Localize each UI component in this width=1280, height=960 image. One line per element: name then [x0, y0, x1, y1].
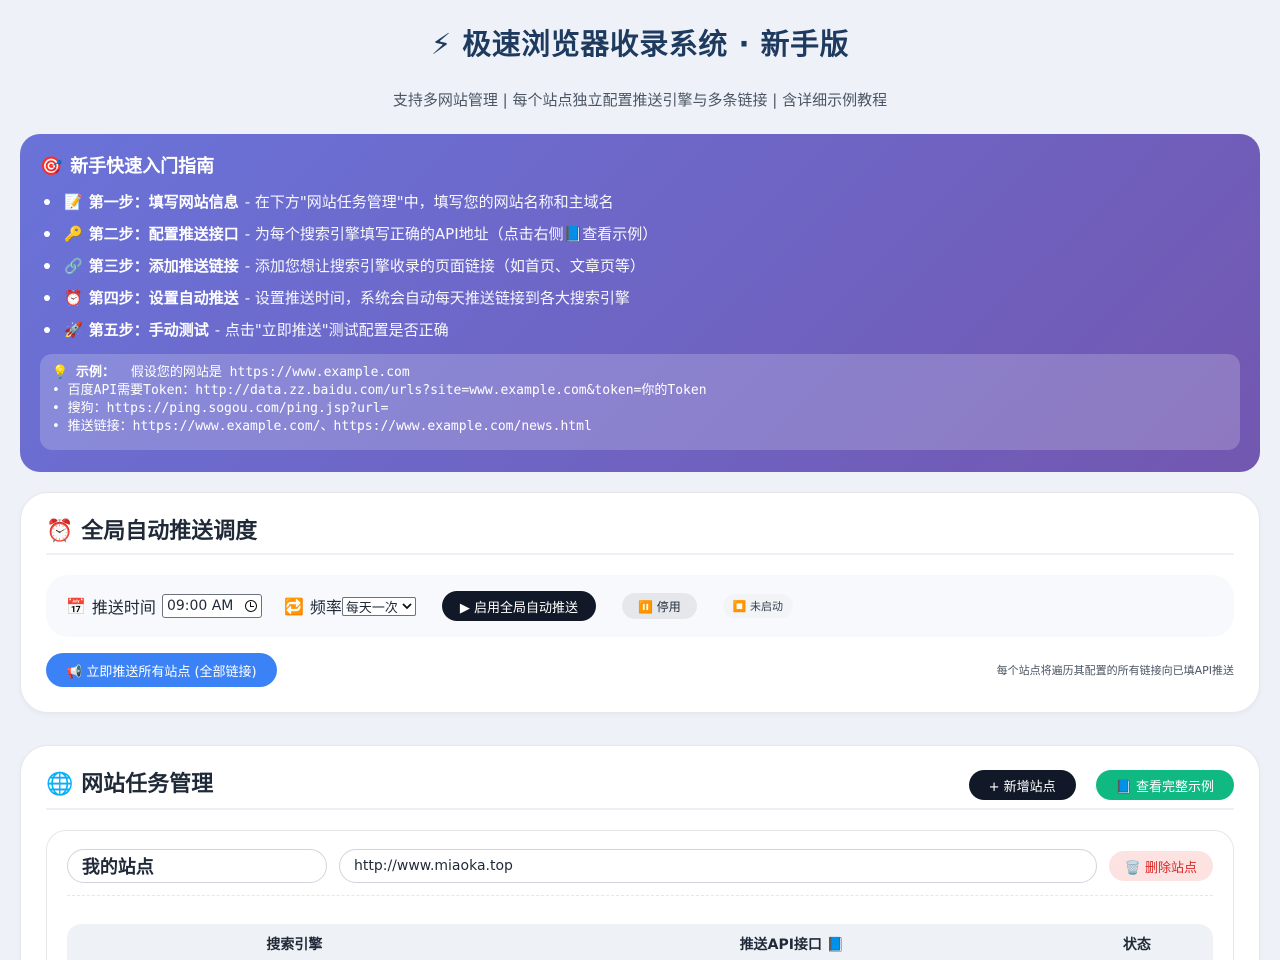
target-icon: 🎯: [40, 156, 63, 177]
example-line: • 搜狗：https://ping.sogou.com/ping.jsp?url…: [52, 401, 389, 416]
globe-icon: 🌐: [46, 772, 74, 797]
step-desc: - 为每个搜索引擎填写正确的API地址（点击右侧📘查看示例）: [244, 225, 658, 243]
key-icon: 🔑: [64, 225, 83, 243]
site-item: 我的站点 http://www.miaoka.top 🗑️ 删除站点 搜索引擎 …: [46, 830, 1234, 960]
status-badge: ⏹️ 未启动: [722, 594, 793, 618]
step-desc: - 在下方"网站任务管理"中，填写您的网站名称和主域名: [244, 193, 614, 211]
add-site-button[interactable]: + 新增站点: [968, 770, 1076, 800]
view-example-button[interactable]: 📘 查看完整示例: [1095, 770, 1234, 800]
guide-step: 🚀 第五步：手动测试 - 点击"立即推送"测试配置是否正确: [40, 314, 1240, 346]
step-label: 第五步：手动测试: [88, 321, 209, 339]
column-header-status: 状态: [1123, 937, 1151, 953]
sites-title: 🌐 网站任务管理: [46, 768, 213, 802]
time-label: 📅 推送时间: [66, 594, 156, 618]
example-intro: 假设您的网站是 https://www.example.com: [130, 365, 410, 380]
time-input[interactable]: 09:00 AM: [161, 594, 262, 618]
repeat-icon: 🔁: [283, 596, 304, 616]
schedule-title: ⏰ 全局自动推送调度: [46, 515, 1234, 555]
column-header-engine: 搜索引擎: [266, 937, 323, 953]
sites-card: 🌐 网站任务管理 + 新增站点 📘 查看完整示例 我的站点 http://www…: [20, 745, 1260, 960]
engine-table-header: 搜索引擎 推送API接口 📘 状态: [67, 924, 1213, 960]
step-desc: - 添加您想让搜索引擎收录的页面链接（如首页、文章页等）: [244, 257, 645, 275]
page-subtitle: 支持多网站管理 | 每个站点独立配置推送引擎与多条链接 | 含详细示例教程: [392, 91, 888, 109]
sites-header: 🌐 网站任务管理 + 新增站点 📘 查看完整示例: [46, 768, 1234, 810]
page-title: ⚡ 极速浏览器收录系统 · 新手版: [430, 27, 850, 61]
example-box: 💡 示例： 假设您的网站是 https://www.example.com • …: [40, 354, 1240, 450]
example-line: • 推送链接：https://www.example.com/、https://…: [52, 419, 592, 434]
site-url-input[interactable]: http://www.miaoka.top: [339, 849, 1097, 883]
delete-site-button[interactable]: 🗑️ 删除站点: [1108, 851, 1213, 881]
frequency-select[interactable]: 每天一次: [341, 596, 416, 616]
step-label: 第一步：填写网站信息: [88, 193, 239, 211]
guide-card: 🎯 新手快速入门指南 📝 第一步：填写网站信息 - 在下方"网站任务管理"中，填写您…: [20, 134, 1260, 472]
guide-step: 🔑 第二步：配置推送接口 - 为每个搜索引擎填写正确的API地址（点击右侧📘查看示例…: [40, 218, 1240, 250]
frequency-label: 🔁 频率: [284, 594, 342, 618]
sites-title-text: 网站任务管理: [81, 772, 214, 797]
memo-icon: 📝: [64, 193, 83, 211]
frequency-value: 每天一次: [345, 600, 398, 616]
bullet-icon: [44, 199, 50, 205]
site-name-input[interactable]: 我的站点: [67, 849, 327, 883]
page-header: ⚡ 极速浏览器收录系统 · 新手版 支持多网站管理 | 每个站点独立配置推送引擎…: [0, 0, 1280, 134]
schedule-footer: 📢 立即推送所有站点 (全部链接) 每个站点将遍历其配置的所有链接向已填API推…: [46, 653, 1234, 687]
bullet-icon: [44, 327, 50, 333]
schedule-card: ⏰ 全局自动推送调度 📅 推送时间 09:00 AM 🔁 频率 每天一次 ▶ 启…: [20, 492, 1260, 713]
guide-title-text: 新手快速入门指南: [70, 156, 215, 177]
schedule-controls: 📅 推送时间 09:00 AM 🔁 频率 每天一次 ▶ 启用全局自动推送 ⏸️ …: [46, 575, 1234, 637]
time-label-text: 推送时间: [91, 598, 156, 617]
guide-step: ⏰ 第四步：设置自动推送 - 设置推送时间，系统会自动每天推送链接到各大搜索引擎: [40, 282, 1240, 314]
calendar-icon: 📅: [66, 596, 86, 616]
example-label: 示例：: [76, 365, 116, 380]
lightbulb-icon: 💡: [52, 365, 69, 380]
schedule-note: 每个站点将遍历其配置的所有链接向已填API推送: [996, 664, 1234, 677]
guide-step: 🔗 第三步：添加推送链接 - 添加您想让搜索引擎收录的页面链接（如首页、文章页等）: [40, 250, 1240, 282]
stop-button[interactable]: ⏸️ 停用: [622, 593, 697, 619]
link-icon: 🔗: [64, 257, 83, 275]
step-desc: - 设置推送时间，系统会自动每天推送链接到各大搜索引擎: [244, 289, 630, 307]
step-label: 第二步：配置推送接口: [88, 225, 239, 243]
schedule-title-text: 全局自动推送调度: [81, 519, 258, 544]
push-all-button[interactable]: 📢 立即推送所有站点 (全部链接): [46, 653, 277, 687]
column-header-api[interactable]: 推送API接口 📘: [522, 934, 1062, 954]
time-value: 09:00 AM: [166, 598, 234, 614]
sites-actions: + 新增站点 📘 查看完整示例: [968, 770, 1234, 800]
chevron-down-icon: [402, 603, 412, 610]
step-desc: - 点击"立即推送"测试配置是否正确: [214, 321, 449, 339]
guide-steps: 📝 第一步：填写网站信息 - 在下方"网站任务管理"中，填写您的网站名称和主域名 🔑…: [40, 186, 1240, 346]
bullet-icon: [44, 295, 50, 301]
alarm-clock-icon: ⏰: [46, 519, 74, 544]
rocket-icon: 🚀: [64, 321, 83, 339]
bullet-icon: [44, 231, 50, 237]
clock-icon[interactable]: [244, 600, 257, 612]
step-label: 第三步：添加推送链接: [88, 257, 239, 275]
enable-auto-push-button[interactable]: ▶ 启用全局自动推送: [441, 591, 597, 621]
frequency-label-text: 频率: [309, 598, 342, 617]
bullet-icon: [44, 263, 50, 269]
guide-title: 🎯 新手快速入门指南: [40, 154, 1240, 180]
guide-step: 📝 第一步：填写网站信息 - 在下方"网站任务管理"中，填写您的网站名称和主域名: [40, 186, 1240, 218]
step-label: 第四步：设置自动推送: [88, 289, 239, 307]
example-intro-row: 💡 示例： 假设您的网站是 https://www.example.com: [52, 364, 1228, 382]
alarm-clock-icon: ⏰: [64, 289, 83, 307]
example-line: • 百度API需要Token：http://data.zz.baidu.com/…: [52, 383, 707, 398]
site-row: 我的站点 http://www.miaoka.top 🗑️ 删除站点: [67, 849, 1213, 896]
